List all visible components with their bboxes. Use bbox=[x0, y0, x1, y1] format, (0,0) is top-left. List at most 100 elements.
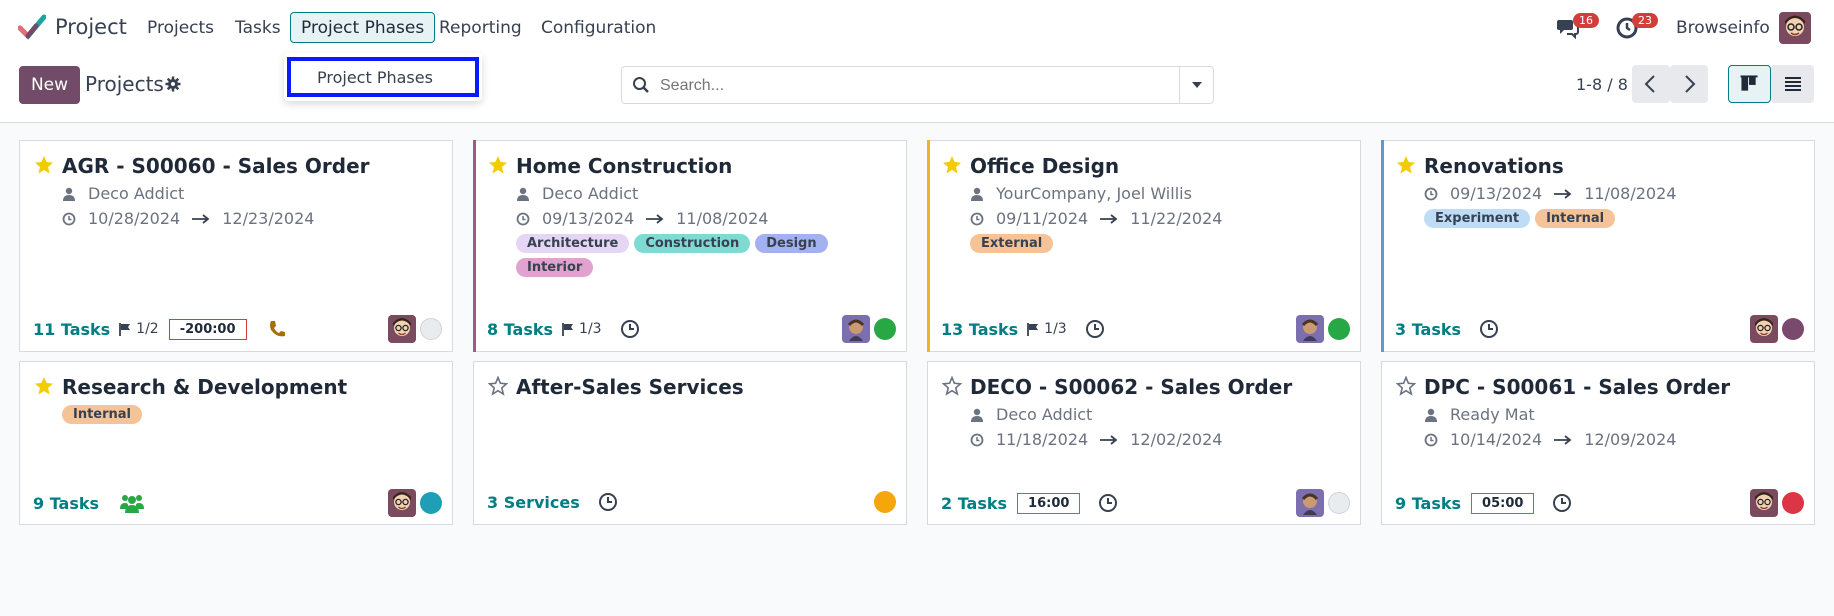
search-icon bbox=[633, 77, 649, 93]
date-row: 10/28/2024 12/23/2024 bbox=[62, 209, 314, 228]
project-card[interactable]: DPC - S00061 - Sales Order Ready Mat 10/… bbox=[1381, 361, 1815, 525]
project-card[interactable]: DECO - S00062 - Sales Order Deco Addict … bbox=[927, 361, 1361, 525]
activity-clock-icon[interactable] bbox=[1552, 493, 1572, 513]
avatar[interactable] bbox=[388, 315, 416, 343]
milestone-progress[interactable]: 1/3 bbox=[561, 321, 602, 337]
activity-clock-icon[interactable] bbox=[1098, 493, 1118, 513]
tasks-link[interactable]: 11 Tasks bbox=[33, 320, 110, 339]
control-panel: New Projects 1-8 / 8 bbox=[0, 55, 1834, 123]
milestone-progress[interactable]: 1/3 bbox=[1026, 321, 1067, 337]
tasks-link[interactable]: 3 Tasks bbox=[1395, 320, 1461, 339]
clock-icon bbox=[970, 433, 984, 446]
app-name[interactable]: Project bbox=[55, 15, 127, 39]
status-dot[interactable] bbox=[1782, 318, 1804, 340]
milestone-progress[interactable]: 1/2 bbox=[118, 321, 159, 337]
project-title[interactable]: After-Sales Services bbox=[516, 375, 744, 399]
menu-project-phases[interactable]: Project Phases bbox=[290, 12, 436, 43]
project-title[interactable]: AGR - S00060 - Sales Order bbox=[62, 154, 370, 178]
tag[interactable]: Internal bbox=[1535, 209, 1616, 228]
user-name[interactable]: Browseinfo bbox=[1676, 18, 1770, 38]
tag-list: Experiment Internal bbox=[1424, 209, 1804, 228]
tag[interactable]: Experiment bbox=[1424, 209, 1531, 228]
star-filled-icon[interactable] bbox=[1396, 155, 1416, 175]
gear-icon[interactable] bbox=[165, 76, 181, 92]
phone-icon[interactable] bbox=[267, 319, 287, 339]
arrow-right-icon bbox=[646, 213, 664, 224]
menu-configuration[interactable]: Configuration bbox=[541, 18, 656, 38]
project-title[interactable]: Renovations bbox=[1424, 154, 1564, 178]
tasks-link[interactable]: 13 Tasks bbox=[941, 320, 1018, 339]
tag[interactable]: Design bbox=[755, 234, 828, 253]
status-dot[interactable] bbox=[874, 318, 896, 340]
star-filled-icon[interactable] bbox=[488, 155, 508, 175]
pager-next-button[interactable] bbox=[1670, 65, 1708, 103]
activity-clock-icon[interactable] bbox=[1479, 319, 1499, 339]
project-title[interactable]: DECO - S00062 - Sales Order bbox=[970, 375, 1292, 399]
star-filled-icon[interactable] bbox=[942, 155, 962, 175]
tasks-link[interactable]: 3 Services bbox=[487, 493, 580, 512]
pager-value[interactable]: 1-8 / 8 bbox=[1576, 75, 1628, 94]
dropdown-item-project-phases[interactable]: Project Phases bbox=[287, 57, 479, 97]
arrow-right-icon bbox=[1100, 213, 1118, 224]
customer-row: YourCompany, Joel Willis bbox=[970, 184, 1192, 203]
kanban-view-button[interactable] bbox=[1728, 65, 1771, 103]
tasks-link[interactable]: 9 Tasks bbox=[33, 494, 99, 513]
avatar[interactable] bbox=[1296, 315, 1324, 343]
menu-projects[interactable]: Projects bbox=[147, 18, 214, 38]
color-accent bbox=[473, 140, 476, 352]
tasks-link[interactable]: 2 Tasks bbox=[941, 494, 1007, 513]
project-title[interactable]: Office Design bbox=[970, 154, 1119, 178]
search-bar[interactable] bbox=[621, 66, 1214, 104]
users-icon[interactable] bbox=[119, 493, 145, 513]
project-card[interactable]: Renovations 09/13/2024 11/08/2024 Experi… bbox=[1381, 140, 1815, 352]
status-dot[interactable] bbox=[1782, 492, 1804, 514]
customer-name: Deco Addict bbox=[542, 184, 639, 203]
search-input[interactable] bbox=[660, 75, 1160, 97]
star-filled-icon[interactable] bbox=[34, 376, 54, 396]
project-card[interactable]: After-Sales Services 3 Services bbox=[473, 361, 907, 525]
date-end: 11/22/2024 bbox=[1130, 209, 1223, 228]
search-options-toggle[interactable] bbox=[1179, 67, 1213, 103]
activity-clock-icon[interactable] bbox=[598, 492, 618, 512]
project-card[interactable]: Office Design YourCompany, Joel Willis 0… bbox=[927, 140, 1361, 352]
project-card[interactable]: Home Construction Deco Addict 09/13/2024… bbox=[473, 140, 907, 352]
avatar[interactable] bbox=[388, 489, 416, 517]
status-dot[interactable] bbox=[1328, 318, 1350, 340]
tasks-link[interactable]: 8 Tasks bbox=[487, 320, 553, 339]
avatar[interactable] bbox=[842, 315, 870, 343]
activity-clock-icon[interactable] bbox=[620, 319, 640, 339]
tag[interactable]: Construction bbox=[634, 234, 751, 253]
footer-right bbox=[1750, 489, 1804, 517]
tag[interactable]: Architecture bbox=[516, 234, 630, 253]
project-title[interactable]: Research & Development bbox=[62, 375, 347, 399]
avatar[interactable] bbox=[1750, 489, 1778, 517]
project-title[interactable]: DPC - S00061 - Sales Order bbox=[1424, 375, 1730, 399]
tag[interactable]: Interior bbox=[516, 258, 594, 277]
avatar[interactable] bbox=[1750, 315, 1778, 343]
status-dot[interactable] bbox=[420, 492, 442, 514]
new-button[interactable]: New bbox=[19, 66, 80, 104]
date-row: 09/13/2024 11/08/2024 bbox=[1424, 184, 1676, 203]
star-outline-icon[interactable] bbox=[488, 376, 508, 396]
tag[interactable]: Internal bbox=[62, 405, 143, 424]
tasks-link[interactable]: 9 Tasks bbox=[1395, 494, 1461, 513]
list-view-button[interactable] bbox=[1771, 65, 1814, 103]
status-dot[interactable] bbox=[420, 318, 442, 340]
status-dot[interactable] bbox=[874, 491, 896, 513]
status-dot[interactable] bbox=[1328, 492, 1350, 514]
flag-icon bbox=[1027, 323, 1039, 336]
project-card[interactable]: Research & Development Internal 9 Tasks bbox=[19, 361, 453, 525]
star-outline-icon[interactable] bbox=[1396, 376, 1416, 396]
menu-tasks[interactable]: Tasks bbox=[235, 18, 281, 38]
user-avatar[interactable] bbox=[1779, 12, 1811, 44]
app-logo-icon[interactable] bbox=[18, 14, 46, 40]
pager-previous-button[interactable] bbox=[1632, 65, 1670, 103]
project-title[interactable]: Home Construction bbox=[516, 154, 732, 178]
tag[interactable]: External bbox=[970, 234, 1054, 253]
star-outline-icon[interactable] bbox=[942, 376, 962, 396]
avatar[interactable] bbox=[1296, 489, 1324, 517]
star-filled-icon[interactable] bbox=[34, 155, 54, 175]
menu-reporting[interactable]: Reporting bbox=[439, 18, 522, 38]
project-card[interactable]: AGR - S00060 - Sales Order Deco Addict 1… bbox=[19, 140, 453, 352]
activity-clock-icon[interactable] bbox=[1085, 319, 1105, 339]
